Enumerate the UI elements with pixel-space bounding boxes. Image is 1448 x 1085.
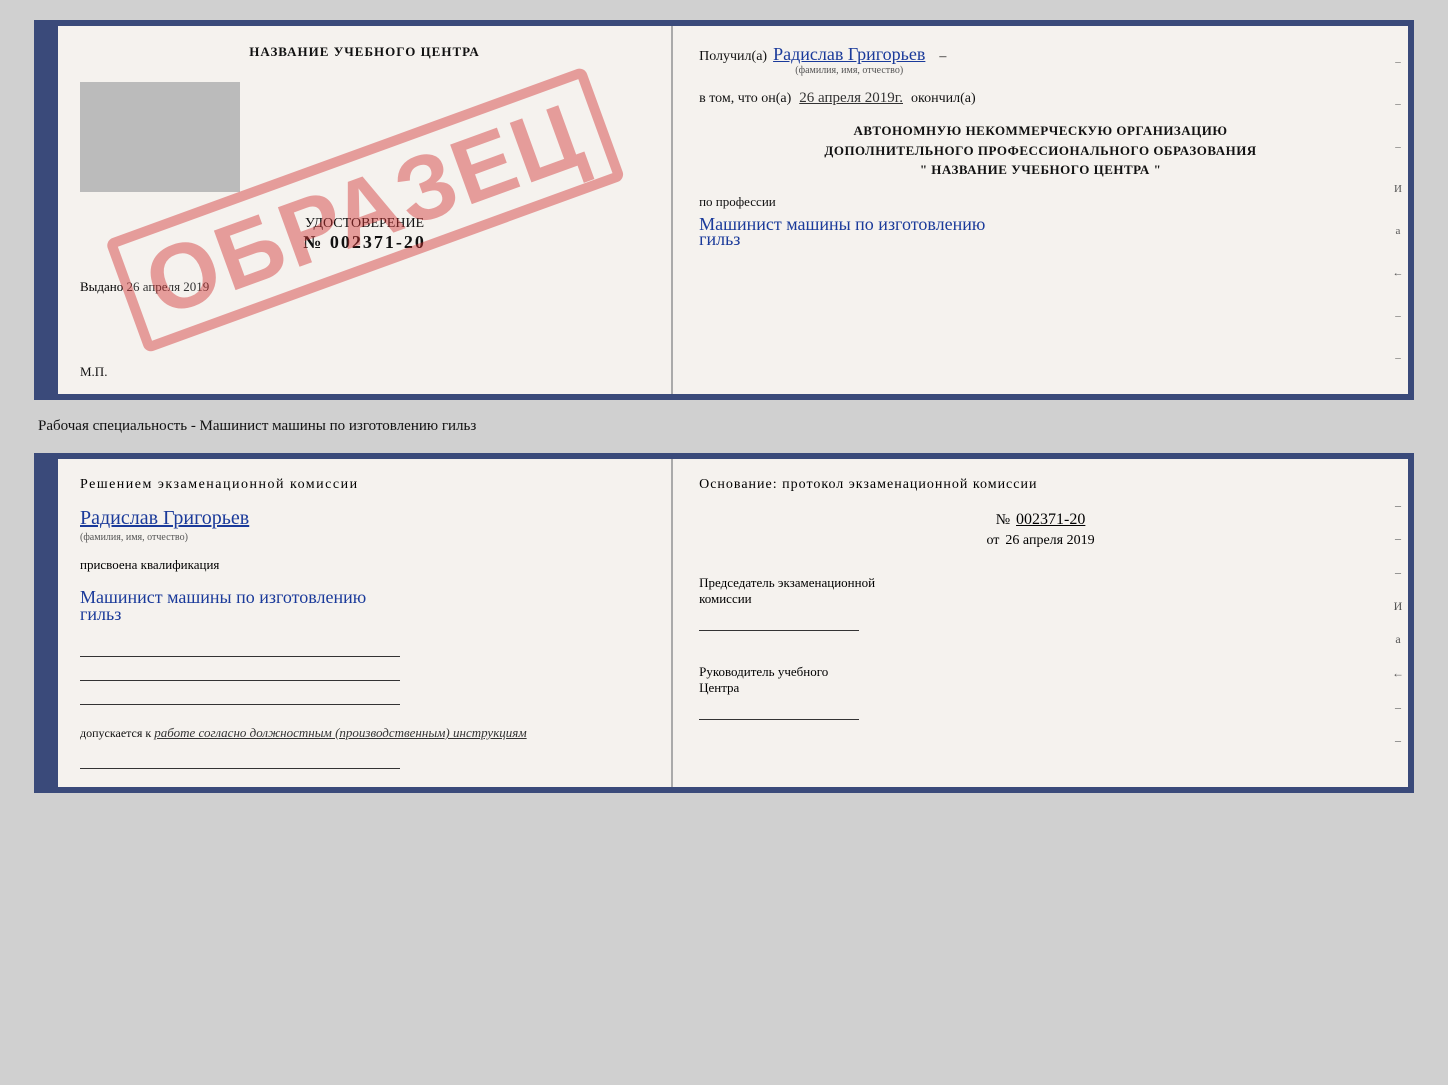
chairman-signature: [699, 615, 859, 631]
date-from: 26 апреля 2019: [1005, 533, 1094, 549]
allowed-text: работе согласно должностным (производств…: [154, 725, 526, 740]
recipient-name-top: Радислав Григорьев: [773, 44, 925, 65]
cert-number: № 002371-20: [80, 232, 649, 253]
issued-date: 26 апреля 2019: [127, 279, 210, 294]
assigned-label: присвоена квалификация: [80, 557, 649, 573]
underline3: [80, 689, 400, 705]
date-label-top: в том, что он(а): [699, 91, 791, 107]
chairman-block: Председатель экзаменационной комиссии: [699, 575, 1382, 636]
top-spine: [40, 26, 58, 394]
top-left-panel: НАЗВАНИЕ УЧЕБНОГО ЦЕНТРА УДОСТОВЕРЕНИЕ №…: [58, 26, 673, 394]
bottom-left-panel: Решением экзаменационной комиссии Радисл…: [58, 459, 673, 787]
cert-label: УДОСТОВЕРЕНИЕ: [80, 216, 649, 232]
issued-line: Выдано 26 апреля 2019: [80, 279, 649, 295]
underline1: [80, 641, 400, 657]
separator-label: Рабочая специальность - Машинист машины …: [34, 418, 1414, 435]
bottom-document: Решением экзаменационной комиссии Радисл…: [34, 453, 1414, 793]
date-line-top: в том, что он(а) 26 апреля 2019г. окончи…: [699, 90, 1382, 107]
photo-placeholder: [80, 82, 240, 192]
protocol-number-line: № 002371-20: [996, 511, 1086, 529]
completed-label-top: окончил(а): [911, 91, 976, 107]
profession-block-top: по профессии Машинист машины по изготовл…: [699, 194, 1382, 250]
basis-label: Основание: протокол экзаменационной коми…: [699, 477, 1382, 493]
protocol-number: 002371-20: [1016, 511, 1085, 529]
chairman-title1: Председатель экзаменационной: [699, 575, 1382, 591]
recipient-name-bottom: Радислав Григорьев: [80, 507, 249, 530]
side-marks-bottom: – – – И а ← – –: [1388, 479, 1408, 767]
decision-text: Решением экзаменационной комиссии: [80, 477, 649, 493]
head-title2: Центра: [699, 680, 1382, 696]
name-sublabel-bottom: (фамилия, имя, отчество): [80, 532, 188, 543]
date-from-label: от: [986, 533, 999, 549]
side-marks-top: – – – И а ← – –: [1388, 26, 1408, 394]
org-line2: ДОПОЛНИТЕЛЬНОГО ПРОФЕССИОНАЛЬНОГО ОБРАЗО…: [699, 141, 1382, 161]
top-document: НАЗВАНИЕ УЧЕБНОГО ЦЕНТРА УДОСТОВЕРЕНИЕ №…: [34, 20, 1414, 400]
underline2: [80, 665, 400, 681]
head-title1: Руководитель учебного: [699, 664, 1382, 680]
mp-label: М.П.: [80, 364, 107, 380]
allowed-label: допускается к: [80, 726, 151, 740]
org-line1: АВТОНОМНУЮ НЕКОММЕРЧЕСКУЮ ОРГАНИЗАЦИЮ: [699, 121, 1382, 141]
received-label: Получил(а): [699, 49, 767, 65]
profession-label-top: по профессии: [699, 194, 776, 209]
org-block-top: АВТОНОМНУЮ НЕКОММЕРЧЕСКУЮ ОРГАНИЗАЦИЮ ДО…: [699, 121, 1382, 180]
qualification-name2: гильз: [80, 604, 649, 625]
bottom-spine: [40, 459, 58, 787]
head-block: Руководитель учебного Центра: [699, 664, 1382, 725]
number-label: №: [996, 512, 1010, 529]
protocol-date-line: от 26 апреля 2019: [986, 533, 1094, 549]
top-right-panel: Получил(а) Радислав Григорьев (фамилия, …: [673, 26, 1408, 394]
issued-label: Выдано: [80, 279, 123, 294]
underline-allowed: [80, 757, 400, 769]
received-line: Получил(а) Радислав Григорьев (фамилия, …: [699, 44, 1382, 76]
allowed-block: допускается к работе согласно должностны…: [80, 725, 649, 741]
org-line3: " НАЗВАНИЕ УЧЕБНОГО ЦЕНТРА ": [699, 160, 1382, 180]
bottom-right-panel: Основание: протокол экзаменационной коми…: [673, 459, 1408, 787]
head-signature: [699, 704, 859, 720]
completed-date-top: 26 апреля 2019г.: [799, 90, 903, 107]
name-sublabel-top: (фамилия, имя, отчество): [795, 65, 903, 76]
top-left-title: НАЗВАНИЕ УЧЕБНОГО ЦЕНТРА: [80, 44, 649, 60]
chairman-title2: комиссии: [699, 591, 1382, 607]
cert-block: УДОСТОВЕРЕНИЕ № 002371-20: [80, 216, 649, 253]
